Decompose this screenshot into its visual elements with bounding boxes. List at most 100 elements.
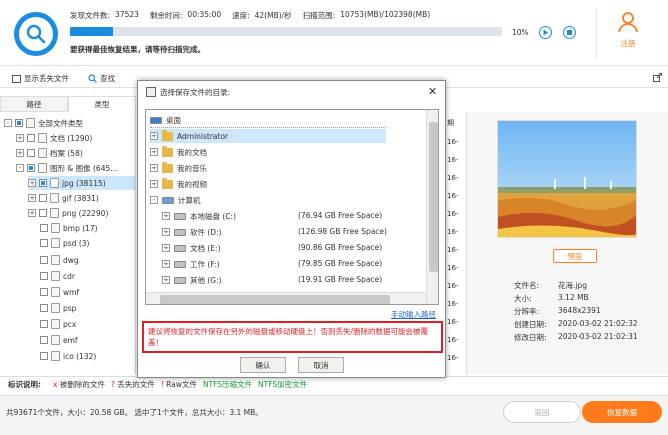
tree-item[interactable]: + gif (3831) xyxy=(28,191,99,205)
preview-image xyxy=(497,120,637,238)
checkbox[interactable] xyxy=(40,320,48,328)
expand-icon[interactable]: + xyxy=(162,212,170,220)
expand-icon[interactable]: + xyxy=(16,134,24,142)
search-button[interactable]: 查找 xyxy=(88,73,115,84)
tree-item[interactable]: dwg xyxy=(40,253,79,267)
checkbox[interactable] xyxy=(40,288,48,296)
scrollbar-thumb[interactable] xyxy=(429,122,438,272)
dir-item-videos[interactable]: + 我的视频 xyxy=(150,177,207,191)
tree-item[interactable]: wmf xyxy=(40,285,79,299)
dialog-close-icon[interactable]: ✕ xyxy=(428,85,437,98)
tree-item[interactable]: + jpg (38115) xyxy=(28,176,135,190)
back-button[interactable]: 返回 xyxy=(503,401,581,423)
collapse-icon[interactable]: - xyxy=(16,164,24,172)
tree-item[interactable]: psd (3) xyxy=(40,236,89,250)
stop-button[interactable] xyxy=(563,26,576,39)
dir-item-drive-c[interactable]: + 本地磁盘 (C:) xyxy=(162,209,236,223)
drive-free-space: (79.85 GB Free Space) xyxy=(298,259,383,268)
wmf-file-icon xyxy=(51,287,60,297)
info-row: 创建日期: 2020-03-02 21:02:32 xyxy=(514,319,638,331)
play-button[interactable] xyxy=(539,26,552,39)
dir-item-administrator[interactable]: + Administrator xyxy=(150,129,386,143)
checkbox[interactable] xyxy=(40,336,48,344)
checkbox[interactable] xyxy=(40,224,48,232)
horizontal-scrollbar[interactable] xyxy=(146,292,426,304)
expand-icon[interactable]: + xyxy=(28,194,36,202)
dir-item-drive-d[interactable]: + 软件 (D:) xyxy=(162,225,222,239)
cancel-button[interactable]: 取消 xyxy=(298,357,344,373)
tree-item[interactable]: - 图形 & 图像 (645... xyxy=(16,161,117,175)
info-key: 分辨率: xyxy=(514,307,540,316)
dir-label: 其他 (G:) xyxy=(190,275,222,285)
dir-item-drive-e[interactable]: + 文档 (E:) xyxy=(162,241,221,255)
scan-message: 要获得最佳恢复结果，请等待扫描完成。 xyxy=(70,45,205,54)
dir-item-computer[interactable]: - 计算机 xyxy=(150,193,201,207)
date-cell: 16- xyxy=(447,354,459,362)
tree-item[interactable]: pcx xyxy=(40,317,76,331)
tree-label: psd (3) xyxy=(63,238,90,248)
user-folder-icon xyxy=(162,129,173,141)
tree-item[interactable]: - 全部文件类型 xyxy=(4,116,83,130)
expand-icon[interactable]: + xyxy=(150,148,158,156)
dir-item-documents[interactable]: + 我的文档 xyxy=(150,145,207,159)
expand-icon[interactable]: + xyxy=(16,149,24,157)
expand-icon[interactable]: + xyxy=(150,164,158,172)
desktop-icon xyxy=(150,117,162,124)
tree-item[interactable]: bmp (17) xyxy=(40,221,98,235)
collapse-icon[interactable]: - xyxy=(4,119,12,127)
checkbox[interactable] xyxy=(40,256,48,264)
expand-icon[interactable]: + xyxy=(150,180,158,188)
dir-label: Administrator xyxy=(177,131,229,141)
tree-label: bmp (17) xyxy=(63,223,98,233)
checkbox[interactable] xyxy=(39,194,47,202)
checkbox[interactable] xyxy=(27,134,35,142)
manual-path-link[interactable]: 手动输入路径 xyxy=(391,309,436,320)
checkbox[interactable] xyxy=(39,209,47,217)
expand-icon[interactable]: + xyxy=(150,132,158,140)
register-button[interactable]: 注册 xyxy=(608,10,648,60)
tree-item[interactable]: cdr xyxy=(40,269,75,283)
psp-file-icon xyxy=(51,303,60,313)
recover-button[interactable]: 恢复数据 xyxy=(582,401,662,423)
info-key: 大小: xyxy=(514,294,532,303)
checkbox[interactable] xyxy=(40,352,48,360)
checkbox[interactable] xyxy=(40,304,48,312)
progress-fill xyxy=(70,27,114,36)
dir-item-music[interactable]: + 我的音乐 xyxy=(150,161,207,175)
expand-icon[interactable]: + xyxy=(162,244,170,252)
checkbox[interactable] xyxy=(27,149,35,157)
date-cell: 16- xyxy=(447,228,459,236)
tree-item[interactable]: ico (132) xyxy=(40,349,96,363)
show-lost-button[interactable]: 显示丢失文件 xyxy=(12,73,69,84)
expand-icon[interactable]: + xyxy=(162,276,170,284)
tree-item[interactable]: + 档案 (58) xyxy=(16,146,83,160)
vertical-scrollbar[interactable] xyxy=(426,110,438,304)
dir-label: 桌面 xyxy=(166,116,181,125)
dir-item-drive-g[interactable]: + 其他 (G:) xyxy=(162,273,222,287)
dir-label: 计算机 xyxy=(178,195,201,205)
checkbox[interactable] xyxy=(39,179,47,187)
expand-icon[interactable]: + xyxy=(162,228,170,236)
tab-type[interactable]: 类型 xyxy=(68,96,136,112)
remain-label: 剩余时间: xyxy=(149,11,183,20)
expand-icon[interactable]: + xyxy=(28,179,36,187)
expand-icon[interactable]: + xyxy=(28,209,36,217)
dialog-titlebar: 选择保存文件的目录: xyxy=(138,81,445,103)
scrollbar-thumb[interactable] xyxy=(160,295,390,304)
export-icon[interactable] xyxy=(653,73,662,84)
checkbox[interactable] xyxy=(15,119,23,127)
tree-item[interactable]: + png (22290) xyxy=(28,206,108,220)
checkbox[interactable] xyxy=(40,272,48,280)
tree-item[interactable]: + 文档 (1290) xyxy=(16,131,92,145)
tree-item[interactable]: emf xyxy=(40,333,78,347)
tree-item[interactable]: psp xyxy=(40,301,76,315)
dir-item-drive-f[interactable]: + 工作 (F:) xyxy=(162,257,220,271)
tab-path[interactable]: 路径 xyxy=(0,96,68,112)
dir-item-desktop[interactable]: 桌面 xyxy=(150,114,386,128)
collapse-icon[interactable]: - xyxy=(150,196,158,204)
checkbox[interactable] xyxy=(27,164,35,172)
checkbox[interactable] xyxy=(40,239,48,247)
preview-button[interactable]: 预览 xyxy=(553,249,597,263)
expand-icon[interactable]: + xyxy=(162,260,170,268)
confirm-button[interactable]: 确认 xyxy=(240,357,286,373)
